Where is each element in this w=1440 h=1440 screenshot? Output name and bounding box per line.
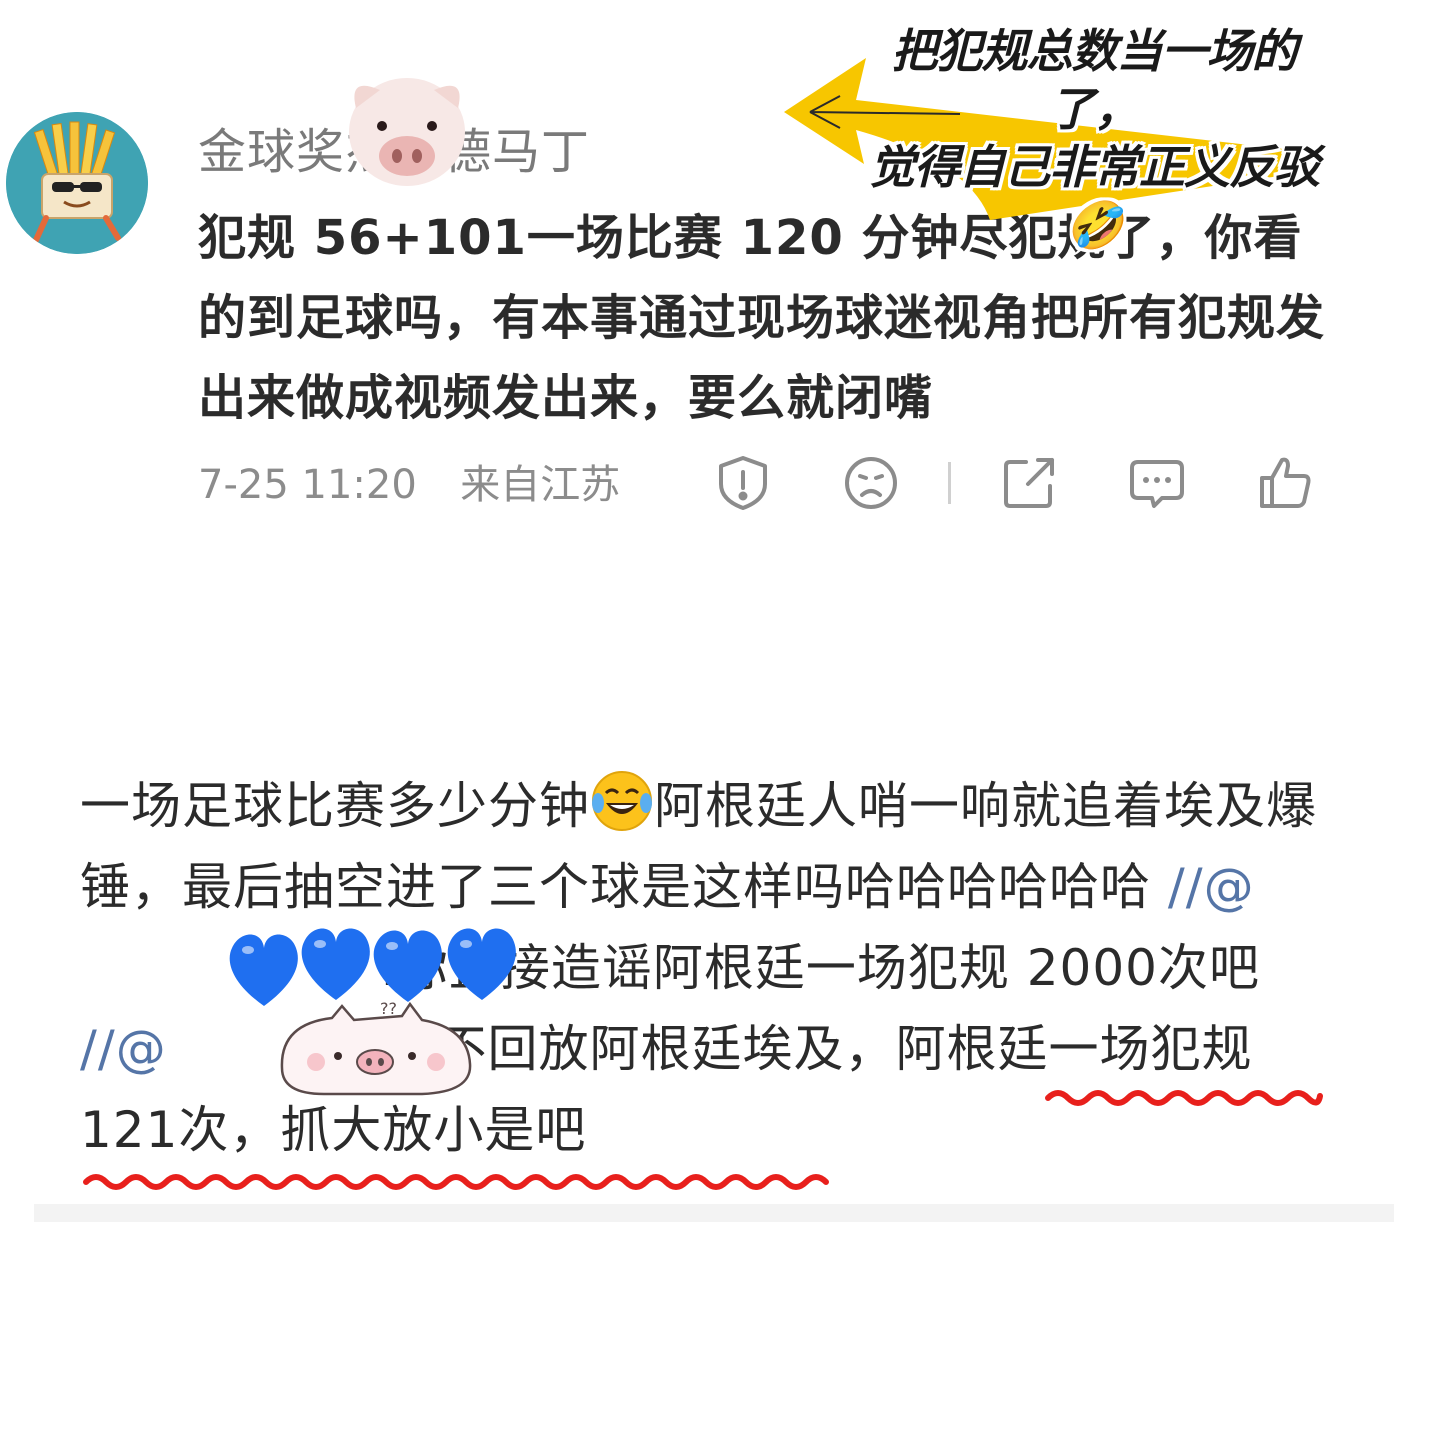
pig-sticker — [342, 70, 472, 190]
blue-hearts-sticker — [226, 920, 526, 1010]
comment-meta: 7-25 11:20 来自江苏 — [198, 452, 620, 510]
mention-prefix-2[interactable]: //@ — [80, 1020, 167, 1078]
like-icon[interactable] — [1254, 452, 1316, 514]
tears-of-joy-emoji-icon — [590, 769, 654, 833]
action-divider — [948, 462, 951, 504]
user-avatar[interactable] — [6, 112, 148, 254]
pink-pig-sticker: ?? — [272, 998, 482, 1098]
report-icon[interactable] — [712, 452, 774, 514]
callout-line-2: 觉得自己非常正义反驳🤣 — [869, 140, 1320, 252]
svg-text:??: ?? — [380, 999, 397, 1018]
timestamp: 7-25 11:20 — [198, 462, 417, 508]
dislike-icon[interactable] — [840, 452, 902, 514]
share-icon[interactable] — [998, 452, 1060, 514]
comment-icon[interactable] — [1126, 452, 1188, 514]
location: 来自江苏 — [460, 462, 621, 508]
bottom-divider — [34, 1204, 1394, 1222]
red-wavy-underline-2 — [82, 1170, 834, 1194]
callout-text: 把犯规总数当一场的了， 觉得自己非常正义反驳🤣 — [864, 22, 1324, 254]
mention-prefix-1[interactable]: //@ — [1168, 858, 1255, 916]
callout-line-1: 把犯规总数当一场的了， — [891, 24, 1298, 136]
repost-part-1: 一场足球比赛多少分钟 — [80, 777, 590, 835]
red-wavy-underline-1 — [1044, 1086, 1324, 1110]
